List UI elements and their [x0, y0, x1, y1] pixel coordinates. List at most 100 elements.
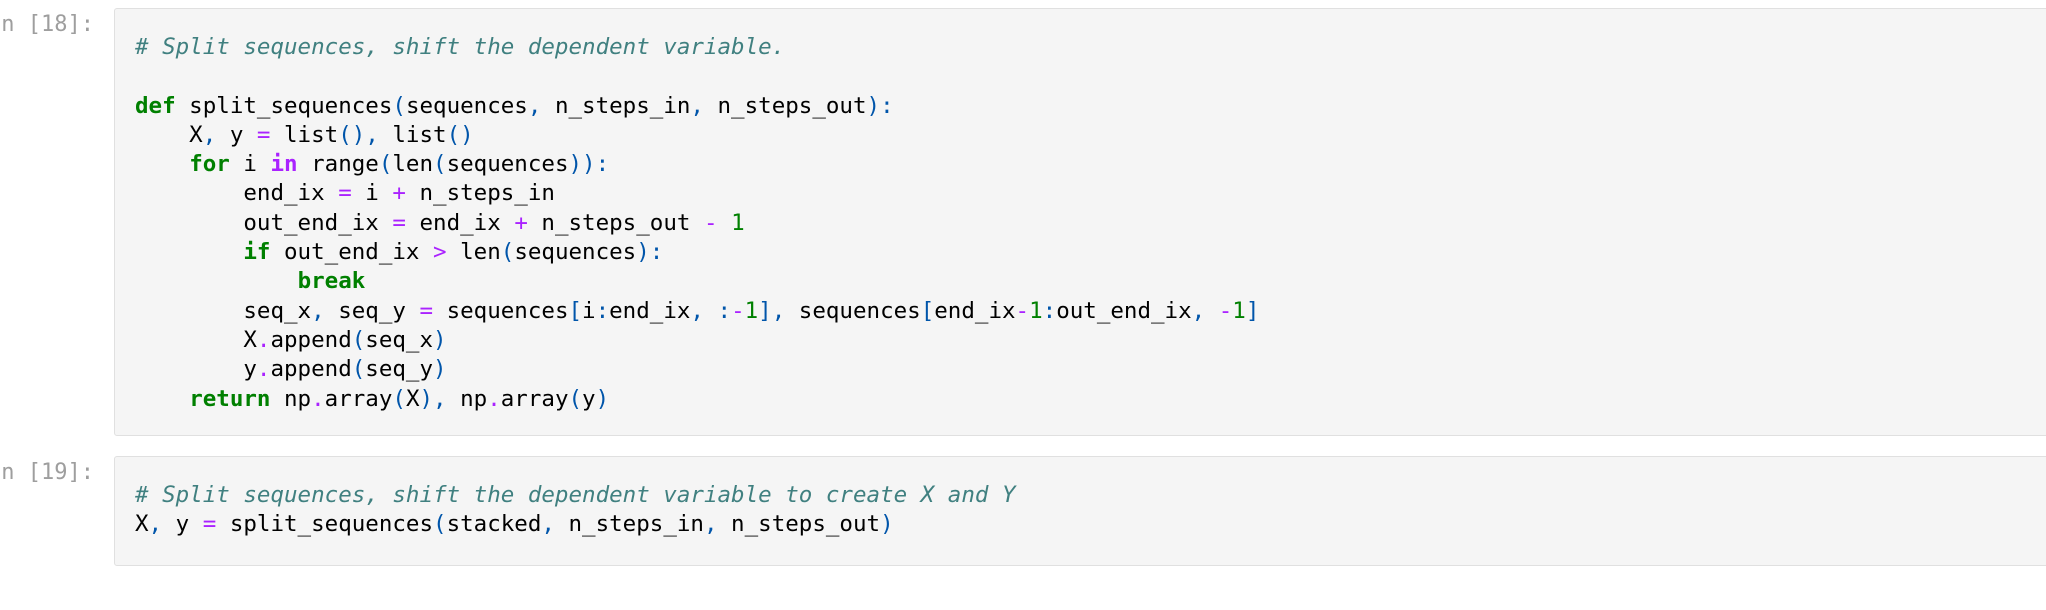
code-operator: - — [1218, 297, 1233, 324]
code-punctuation: [ — [920, 297, 935, 324]
code-punctuation: ( — [568, 385, 583, 412]
code-line: # Split sequences, shift the dependent v… — [135, 481, 1016, 510]
code-operator: . — [487, 385, 501, 412]
code-text: n_steps_out — [717, 511, 881, 538]
code-punctuation: , — [1191, 297, 1206, 324]
code-punctuation: ), — [419, 385, 447, 412]
code-text: y — [216, 121, 257, 148]
code-punctuation: ( — [500, 239, 515, 266]
code-line: for i in range(len(sequences)): — [135, 150, 1259, 179]
code-punctuation: ( — [378, 151, 393, 178]
code-punctuation: , — [202, 121, 217, 148]
code-number: 1 — [1029, 297, 1043, 324]
code-keyword: return — [189, 385, 271, 412]
code-operator: . — [256, 326, 271, 353]
code-text: append — [270, 326, 352, 353]
code-punctuation: ): — [866, 92, 894, 119]
code-text: range — [297, 151, 379, 178]
code-cell-18[interactable]: In [18]: # Split sequences, shift the de… — [0, 0, 2046, 440]
code-text: end_ix — [934, 297, 1016, 324]
code-text: stacked — [446, 511, 542, 538]
code-punctuation: ( — [392, 92, 406, 119]
code-operator: + — [392, 180, 406, 207]
code-text: array — [500, 385, 569, 412]
code-line: out_end_ix = end_ix + n_steps_out - 1 — [135, 209, 1259, 238]
code-keyword: def — [135, 92, 176, 119]
code-text: sequences — [785, 297, 921, 324]
code-punctuation: ( — [351, 326, 366, 353]
code-line: def split_sequences(sequences, n_steps_i… — [135, 92, 1259, 121]
code-operator: - — [1015, 297, 1030, 324]
code-comment: # Split sequences, shift the dependent v… — [135, 482, 1016, 508]
code-text: seq_y — [324, 297, 420, 324]
code-operator: = — [392, 209, 406, 236]
code-text: list — [270, 121, 339, 148]
code-text: n_steps_in — [405, 180, 555, 207]
code-editor[interactable]: # Split sequences, shift the dependent v… — [114, 8, 2046, 436]
code-cell-19[interactable]: In [19]: # Split sequences, shift the de… — [0, 448, 2046, 568]
code-text: X — [405, 385, 420, 412]
cell-prompt: In [18]: — [0, 12, 94, 37]
code-text: sequences — [433, 297, 569, 324]
code-text: i — [351, 180, 393, 207]
code-text: sequences — [446, 151, 569, 178]
code-text: n_steps_in — [541, 92, 691, 119]
code-editor[interactable]: # Split sequences, shift the dependent v… — [114, 456, 2046, 566]
code-operator: . — [256, 356, 271, 383]
code-comment: # Split sequences, shift the dependent v… — [135, 34, 786, 60]
code-text: n_steps_out — [527, 209, 704, 236]
code-block: # Split sequences, shift the dependent v… — [135, 33, 1259, 414]
code-operator-word: in — [270, 151, 298, 178]
code-text: y — [162, 511, 203, 538]
code-line: if out_end_ix > len(sequences): — [135, 238, 1259, 267]
code-text: split_sequences — [175, 92, 393, 119]
code-keyword: for — [189, 151, 230, 178]
code-punctuation: ): — [636, 239, 664, 266]
code-text: X — [135, 511, 149, 538]
code-punctuation: : — [717, 297, 732, 324]
code-punctuation: ( — [433, 511, 447, 538]
code-punctuation: ( — [351, 356, 366, 383]
code-text: split_sequences — [216, 511, 434, 538]
code-keyword: if — [243, 239, 271, 266]
code-text: list — [378, 121, 447, 148]
code-text: out_end_ix — [270, 239, 434, 266]
code-line: end_ix = i + n_steps_in — [135, 179, 1259, 208]
code-line: X, y = list(), list() — [135, 121, 1259, 150]
code-text: seq_x — [365, 326, 434, 353]
code-text: sequences — [514, 239, 637, 266]
code-text: out_end_ix — [135, 209, 393, 236]
code-text: X — [135, 326, 257, 353]
code-punctuation: ( — [392, 385, 406, 412]
code-operator: - — [731, 297, 745, 324]
code-text: end_ix — [135, 180, 339, 207]
code-text: end_ix — [609, 297, 691, 324]
code-punctuation: )): — [568, 151, 610, 178]
code-text: sequences — [405, 92, 528, 119]
code-text: len — [392, 151, 434, 178]
code-punctuation: : — [595, 297, 610, 324]
code-operator: = — [419, 297, 434, 324]
code-line: break — [135, 267, 1259, 296]
code-punctuation: ) — [595, 385, 610, 412]
code-punctuation: () — [446, 121, 474, 148]
code-text: array — [324, 385, 393, 412]
code-operator: = — [202, 511, 217, 538]
code-text: n_steps_in — [554, 511, 704, 538]
code-punctuation: (), — [338, 121, 379, 148]
code-punctuation: , — [690, 297, 704, 324]
code-line: # Split sequences, shift the dependent v… — [135, 33, 1259, 62]
code-punctuation: : — [1042, 297, 1057, 324]
code-punctuation: ], — [758, 297, 786, 324]
code-punctuation: ] — [1245, 297, 1260, 324]
code-text: i — [582, 297, 596, 324]
code-text: X — [135, 121, 203, 148]
code-operator: + — [514, 209, 528, 236]
code-punctuation: , — [541, 511, 555, 538]
code-number: 1 — [731, 209, 745, 236]
